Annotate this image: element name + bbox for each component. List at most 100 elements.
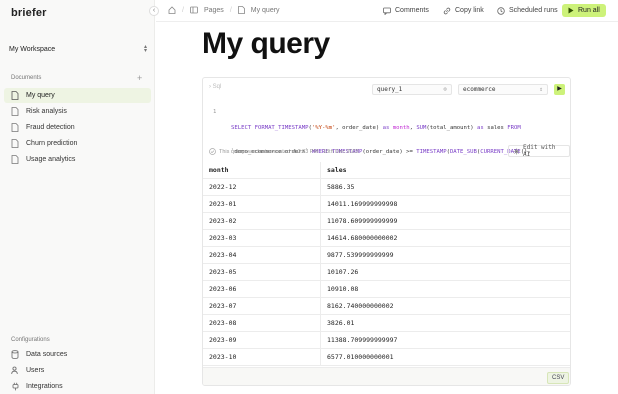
- sidebar-item-label: Data sources: [26, 351, 68, 358]
- edit-with-ai-label: Edit with AI: [523, 144, 556, 158]
- play-icon: [568, 7, 574, 14]
- document-icon: [10, 107, 20, 117]
- table-footer: CSV: [203, 367, 570, 385]
- table-row: 2023-06 10910.08: [203, 281, 570, 298]
- document-icon: [10, 123, 20, 133]
- play-icon: ▶: [557, 86, 562, 92]
- document-icon: [10, 91, 20, 101]
- sidebar-item-users[interactable]: Users: [4, 363, 151, 378]
- table-cell-sales[interactable]: 14011.169999999998: [321, 196, 570, 212]
- table-cell-month[interactable]: 2023-01: [203, 196, 321, 212]
- sql-block: › Sql query_1 ⊗ ecommerce ⇕ ▶ 1 SELECT F…: [202, 77, 571, 386]
- table-cell-month[interactable]: 2023-09: [203, 332, 321, 348]
- sidebar-item-risk-analysis[interactable]: Risk analysis: [4, 104, 151, 119]
- table-cell-sales[interactable]: 3826.01: [321, 315, 570, 331]
- table-cell-month[interactable]: 2022-12: [203, 179, 321, 195]
- copy-link-label: Copy link: [455, 7, 484, 14]
- info-icon: ⊗: [443, 86, 447, 93]
- home-icon[interactable]: [168, 6, 176, 14]
- table-cell-sales[interactable]: 11388.709999999997: [321, 332, 570, 348]
- edit-with-ai-button[interactable]: Edit with AI: [508, 144, 570, 158]
- sidebar-item-label: Risk analysis: [26, 108, 67, 115]
- app-logo[interactable]: briefer: [11, 7, 47, 19]
- table-row: 2023-07 8162.740000000002: [203, 298, 570, 315]
- column-header-sales[interactable]: sales: [321, 162, 570, 178]
- table-cell-sales[interactable]: 10107.26: [321, 264, 570, 280]
- sidebar-item-integrations[interactable]: Integrations: [4, 379, 151, 394]
- add-document-icon[interactable]: +: [137, 74, 142, 83]
- sql-block-drag-hint[interactable]: › Sql: [209, 84, 221, 90]
- table-cell-sales[interactable]: 10910.08: [321, 281, 570, 297]
- sidebar-item-my-query[interactable]: My query: [4, 88, 151, 103]
- sidebar-item-usage-analytics[interactable]: Usage analytics: [4, 152, 151, 167]
- table-header: month sales: [203, 162, 570, 179]
- table-cell-sales[interactable]: 9877.539999999999: [321, 247, 570, 263]
- result-variable-input[interactable]: query_1 ⊗: [372, 84, 452, 95]
- table-cell-sales[interactable]: 6577.010000000001: [321, 349, 570, 365]
- table-row: 2023-05 10107.26: [203, 264, 570, 281]
- document-icon: [10, 155, 20, 165]
- sidebar-item-data-sources[interactable]: Data sources: [4, 347, 151, 362]
- table-cell-month[interactable]: 2023-03: [203, 230, 321, 246]
- table-cell-month[interactable]: 2023-07: [203, 298, 321, 314]
- chevron-updown-icon: ▴ ▾: [143, 44, 147, 54]
- scheduled-runs-label: Scheduled runs: [509, 7, 558, 14]
- table-cell-sales[interactable]: 5886.35: [321, 179, 570, 195]
- sidebar-item-label: Usage analytics: [26, 156, 76, 163]
- comment-icon: [383, 7, 391, 15]
- document-icon: [237, 6, 245, 14]
- users-icon: [10, 366, 20, 376]
- table-row: 2023-09 11388.709999999997: [203, 332, 570, 349]
- run-query-button[interactable]: ▶: [554, 84, 565, 95]
- run-all-label: Run all: [578, 7, 600, 14]
- document-icon: [10, 139, 20, 149]
- sidebar: briefer My Workspace ▴ ▾ Documents + My q…: [0, 0, 155, 394]
- sidebar-item-churn-prediction[interactable]: Churn prediction: [4, 136, 151, 151]
- sidebar-item-label: My query: [26, 92, 55, 99]
- table-body: 2022-12 5886.35 2023-01 14011.169999999998 2…: [203, 179, 570, 366]
- run-all-button[interactable]: Run all: [562, 4, 606, 17]
- table-row: 2023-03 14614.680000000002: [203, 230, 570, 247]
- table-row: 2023-02 11078.609999999999: [203, 213, 570, 230]
- table-cell-month[interactable]: 2023-10: [203, 349, 321, 365]
- line-number: 1: [213, 109, 217, 115]
- workspace-selector[interactable]: My Workspace ▴ ▾: [9, 44, 147, 54]
- download-csv-button[interactable]: CSV: [547, 372, 570, 384]
- comments-button[interactable]: Comments: [377, 4, 435, 17]
- sql-line-1: SELECT FORMAT_TIMESTAMP('%Y-%m', order_d…: [231, 125, 521, 131]
- table-cell-sales[interactable]: 8162.740000000002: [321, 298, 570, 314]
- table-row: 2023-10 6577.010000000001: [203, 349, 570, 366]
- scheduled-runs-button[interactable]: Scheduled runs: [491, 4, 564, 17]
- clock-icon: [497, 6, 505, 15]
- page-title[interactable]: My query: [202, 27, 330, 61]
- table-cell-month[interactable]: 2023-04: [203, 247, 321, 263]
- datasource-select[interactable]: ecommerce ⇕: [458, 84, 548, 95]
- table-cell-month[interactable]: 2023-02: [203, 213, 321, 229]
- table-cell-month[interactable]: 2023-05: [203, 264, 321, 280]
- table-cell-month[interactable]: 2023-06: [203, 281, 321, 297]
- database-icon: [10, 350, 20, 360]
- sparkle-icon: [513, 148, 520, 155]
- breadcrumb-pages[interactable]: Pages: [204, 7, 224, 14]
- copy-link-button[interactable]: Copy link: [437, 4, 490, 17]
- execution-meta: This query was last executed at 3:33 PM …: [209, 148, 359, 155]
- table-cell-sales[interactable]: 11078.609999999999: [321, 213, 570, 229]
- execution-meta-text: This query was last executed at 3:33 PM …: [219, 148, 359, 155]
- sidebar-item-label: Integrations: [26, 383, 63, 390]
- table-cell-sales[interactable]: 14614.680000000002: [321, 230, 570, 246]
- chevron-updown-icon: ⇕: [539, 86, 543, 93]
- table-cell-month[interactable]: 2023-08: [203, 315, 321, 331]
- sidebar-item-label: Users: [26, 367, 45, 374]
- link-icon: [443, 7, 451, 15]
- column-header-month[interactable]: month: [203, 162, 321, 178]
- table-row: 2022-12 5886.35: [203, 179, 570, 196]
- table-row: 2023-01 14011.169999999998: [203, 196, 570, 213]
- pages-icon: [190, 6, 198, 14]
- sidebar-item-fraud-detection[interactable]: Fraud detection: [4, 120, 151, 135]
- result-variable-name: query_1: [377, 86, 403, 93]
- datasource-name: ecommerce: [463, 86, 496, 93]
- table-row: 2023-04 9877.539999999999: [203, 247, 570, 264]
- breadcrumb-current[interactable]: My query: [251, 7, 280, 14]
- sidebar-item-label: Churn prediction: [26, 140, 78, 147]
- sql-block-toolbar: › Sql query_1 ⊗ ecommerce ⇕ ▶: [203, 78, 570, 100]
